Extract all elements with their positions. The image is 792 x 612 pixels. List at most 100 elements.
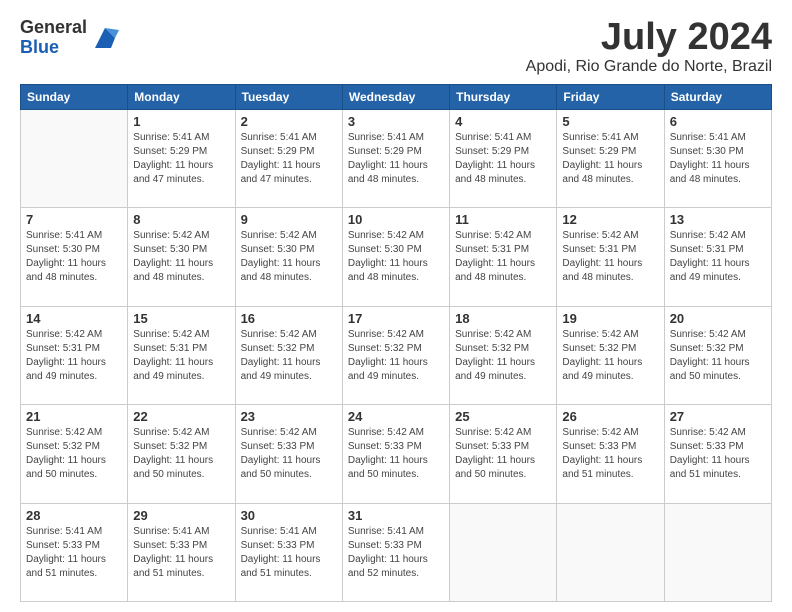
day-info: Sunrise: 5:41 AM Sunset: 5:29 PM Dayligh… (455, 131, 551, 187)
table-row (450, 503, 557, 601)
day-number: 27 (670, 409, 766, 424)
day-number: 11 (455, 212, 551, 227)
day-number: 3 (348, 114, 444, 129)
day-number: 21 (26, 409, 122, 424)
location-label: Apodi, Rio Grande do Norte, Brazil (526, 58, 772, 76)
day-info: Sunrise: 5:42 AM Sunset: 5:32 PM Dayligh… (133, 426, 229, 482)
table-row: 15 Sunrise: 5:42 AM Sunset: 5:31 PM Dayli… (128, 306, 235, 404)
logo: General Blue (20, 18, 119, 58)
day-info: Sunrise: 5:42 AM Sunset: 5:31 PM Dayligh… (562, 229, 658, 285)
table-row: 9Sunrise: 5:42 AM Sunset: 5:30 PM Daylig… (235, 208, 342, 306)
day-info: Sunrise: 5:41 AM Sunset: 5:29 PM Dayligh… (562, 131, 658, 187)
table-row: 6Sunrise: 5:41 AM Sunset: 5:30 PM Daylig… (664, 110, 771, 208)
col-saturday: Saturday (664, 85, 771, 110)
table-row (557, 503, 664, 601)
day-info: Sunrise: 5:42 AM Sunset: 5:32 PM Dayligh… (455, 328, 551, 384)
table-row: 31Sunrise: 5:41 AM Sunset: 5:33 PM Dayli… (342, 503, 449, 601)
day-info: Sunrise: 5:42 AM Sunset: 5:32 PM Dayligh… (348, 328, 444, 384)
day-info: Sunrise: 5:41 AM Sunset: 5:29 PM Dayligh… (348, 131, 444, 187)
day-number: 12 (562, 212, 658, 227)
day-info: Sunrise: 5:42 AM Sunset: 5:33 PM Dayligh… (241, 426, 337, 482)
day-info: Sunrise: 5:41 AM Sunset: 5:33 PM Dayligh… (241, 525, 337, 581)
calendar-week-row: 1 Sunrise: 5:41 AM Sunset: 5:29 PM Daylig… (21, 110, 772, 208)
day-info: Sunrise: 5:42 AM Sunset: 5:32 PM Dayligh… (670, 328, 766, 384)
col-friday: Friday (557, 85, 664, 110)
table-row: 13 Sunrise: 5:42 AM Sunset: 5:31 PM Dayli… (664, 208, 771, 306)
day-number: 2 (241, 114, 337, 129)
month-year-title: July 2024 (526, 18, 772, 56)
logo-icon (91, 24, 119, 52)
col-tuesday: Tuesday (235, 85, 342, 110)
col-sunday: Sunday (21, 85, 128, 110)
table-row: 30 Sunrise: 5:41 AM Sunset: 5:33 PM Dayli… (235, 503, 342, 601)
day-number: 16 (241, 311, 337, 326)
table-row: 27Sunrise: 5:42 AM Sunset: 5:33 PM Dayli… (664, 405, 771, 503)
day-number: 19 (562, 311, 658, 326)
calendar-table: Sunday Monday Tuesday Wednesday Thursday… (20, 84, 772, 602)
day-number: 4 (455, 114, 551, 129)
table-row: 20 Sunrise: 5:42 AM Sunset: 5:32 PM Dayli… (664, 306, 771, 404)
logo-blue: Blue (20, 38, 87, 58)
page: General Blue July 2024 Apodi, Rio Grande… (0, 0, 792, 612)
table-row: 23 Sunrise: 5:42 AM Sunset: 5:33 PM Dayli… (235, 405, 342, 503)
day-info: Sunrise: 5:41 AM Sunset: 5:29 PM Dayligh… (133, 131, 229, 187)
day-info: Sunrise: 5:42 AM Sunset: 5:32 PM Dayligh… (26, 426, 122, 482)
col-thursday: Thursday (450, 85, 557, 110)
table-row: 1 Sunrise: 5:41 AM Sunset: 5:29 PM Daylig… (128, 110, 235, 208)
calendar-week-row: 21 Sunrise: 5:42 AM Sunset: 5:32 PM Dayli… (21, 405, 772, 503)
day-number: 29 (133, 508, 229, 523)
logo-text: General Blue (20, 18, 87, 58)
day-info: Sunrise: 5:41 AM Sunset: 5:29 PM Dayligh… (241, 131, 337, 187)
day-number: 20 (670, 311, 766, 326)
calendar-header-row: Sunday Monday Tuesday Wednesday Thursday… (21, 85, 772, 110)
day-info: Sunrise: 5:42 AM Sunset: 5:31 PM Dayligh… (670, 229, 766, 285)
col-wednesday: Wednesday (342, 85, 449, 110)
table-row: 24 Sunrise: 5:42 AM Sunset: 5:33 PM Dayli… (342, 405, 449, 503)
day-number: 8 (133, 212, 229, 227)
day-info: Sunrise: 5:42 AM Sunset: 5:31 PM Dayligh… (133, 328, 229, 384)
day-number: 23 (241, 409, 337, 424)
day-info: Sunrise: 5:42 AM Sunset: 5:32 PM Dayligh… (241, 328, 337, 384)
table-row: 12 Sunrise: 5:42 AM Sunset: 5:31 PM Dayli… (557, 208, 664, 306)
table-row (21, 110, 128, 208)
day-number: 9 (241, 212, 337, 227)
day-number: 31 (348, 508, 444, 523)
day-number: 7 (26, 212, 122, 227)
table-row: 28Sunrise: 5:41 AM Sunset: 5:33 PM Dayli… (21, 503, 128, 601)
calendar-week-row: 14Sunrise: 5:42 AM Sunset: 5:31 PM Dayli… (21, 306, 772, 404)
day-number: 26 (562, 409, 658, 424)
table-row: 16 Sunrise: 5:42 AM Sunset: 5:32 PM Dayli… (235, 306, 342, 404)
day-info: Sunrise: 5:42 AM Sunset: 5:33 PM Dayligh… (348, 426, 444, 482)
col-monday: Monday (128, 85, 235, 110)
table-row (664, 503, 771, 601)
day-number: 5 (562, 114, 658, 129)
table-row: 4 Sunrise: 5:41 AM Sunset: 5:29 PM Daylig… (450, 110, 557, 208)
day-info: Sunrise: 5:42 AM Sunset: 5:30 PM Dayligh… (348, 229, 444, 285)
day-info: Sunrise: 5:42 AM Sunset: 5:33 PM Dayligh… (455, 426, 551, 482)
day-number: 10 (348, 212, 444, 227)
day-number: 24 (348, 409, 444, 424)
header: General Blue July 2024 Apodi, Rio Grande… (20, 18, 772, 76)
day-number: 22 (133, 409, 229, 424)
day-info: Sunrise: 5:41 AM Sunset: 5:33 PM Dayligh… (133, 525, 229, 581)
table-row: 19 Sunrise: 5:42 AM Sunset: 5:32 PM Dayli… (557, 306, 664, 404)
table-row: 10 Sunrise: 5:42 AM Sunset: 5:30 PM Dayli… (342, 208, 449, 306)
day-info: Sunrise: 5:42 AM Sunset: 5:32 PM Dayligh… (562, 328, 658, 384)
day-number: 30 (241, 508, 337, 523)
day-number: 15 (133, 311, 229, 326)
calendar-week-row: 28Sunrise: 5:41 AM Sunset: 5:33 PM Dayli… (21, 503, 772, 601)
table-row: 2 Sunrise: 5:41 AM Sunset: 5:29 PM Daylig… (235, 110, 342, 208)
table-row: 26Sunrise: 5:42 AM Sunset: 5:33 PM Dayli… (557, 405, 664, 503)
day-info: Sunrise: 5:42 AM Sunset: 5:31 PM Dayligh… (26, 328, 122, 384)
calendar-week-row: 7Sunrise: 5:41 AM Sunset: 5:30 PM Daylig… (21, 208, 772, 306)
table-row: 22 Sunrise: 5:42 AM Sunset: 5:32 PM Dayli… (128, 405, 235, 503)
table-row: 29 Sunrise: 5:41 AM Sunset: 5:33 PM Dayli… (128, 503, 235, 601)
table-row: 21 Sunrise: 5:42 AM Sunset: 5:32 PM Dayli… (21, 405, 128, 503)
day-number: 18 (455, 311, 551, 326)
table-row: 11Sunrise: 5:42 AM Sunset: 5:31 PM Dayli… (450, 208, 557, 306)
day-number: 1 (133, 114, 229, 129)
table-row: 14Sunrise: 5:42 AM Sunset: 5:31 PM Dayli… (21, 306, 128, 404)
table-row: 5 Sunrise: 5:41 AM Sunset: 5:29 PM Daylig… (557, 110, 664, 208)
day-number: 13 (670, 212, 766, 227)
table-row: 7Sunrise: 5:41 AM Sunset: 5:30 PM Daylig… (21, 208, 128, 306)
